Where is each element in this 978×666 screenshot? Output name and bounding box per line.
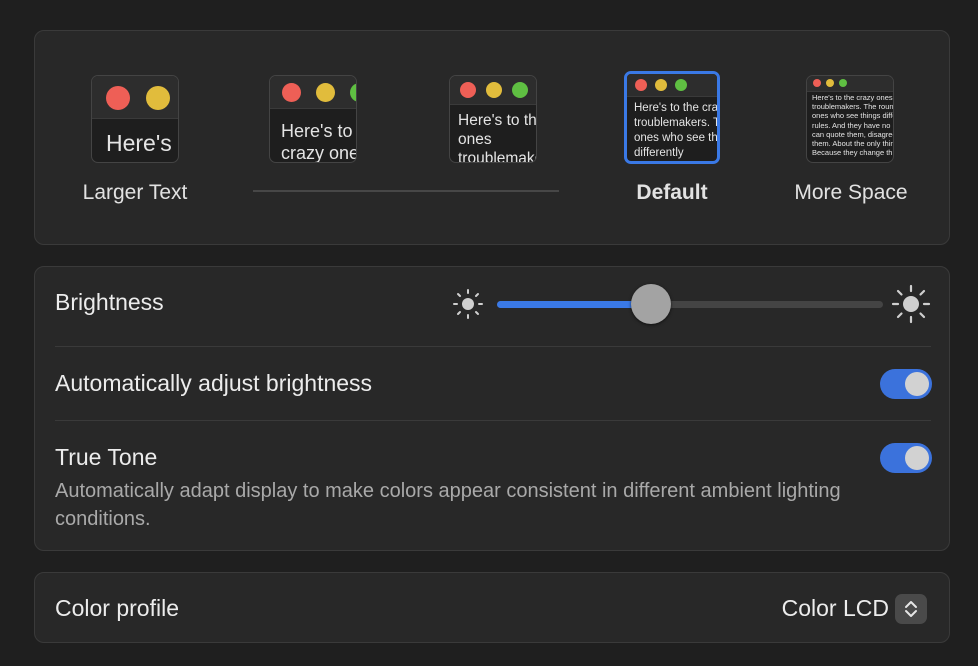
true-tone-label: True Tone (55, 444, 158, 470)
row-separator (55, 420, 931, 421)
auto-brightness-toggle[interactable] (880, 369, 932, 399)
close-dot-icon (460, 82, 476, 98)
brightness-panel: Brightness Automatically adjust brightne… (34, 266, 950, 551)
resolution-panel: Here's Larger Text Here's to the crazy o… (34, 30, 950, 245)
sample-text: Here's to the crazy ones troublemakers. … (458, 112, 537, 163)
resolution-label: Larger Text (82, 181, 188, 204)
sun-large-icon (891, 284, 931, 328)
toggle-knob (905, 446, 929, 470)
resolution-thumbnail: Here's (91, 75, 179, 163)
minimize-dot-icon (826, 79, 834, 87)
close-dot-icon (282, 83, 301, 102)
resolution-label: More Space (794, 181, 908, 204)
resolution-divider (253, 190, 559, 192)
close-dot-icon (635, 79, 647, 91)
minimize-dot-icon (655, 79, 667, 91)
maximize-dot-icon (675, 79, 687, 91)
resolution-option-3[interactable]: Here's to the crazy ones troublemakers. … (405, 31, 585, 231)
row-separator (55, 346, 931, 347)
resolution-label: Default (636, 181, 708, 204)
brightness-label: Brightness (55, 289, 164, 315)
resolution-option-more-space[interactable]: Here's to the crazy ones. The misfits. t… (761, 31, 941, 231)
minimize-dot-icon (486, 82, 502, 98)
resolution-thumbnail: Here's to the crazy ones troublemakers o… (269, 75, 357, 163)
resolution-option-2[interactable]: Here's to the crazy ones troublemakers o… (225, 31, 405, 231)
toggle-knob (905, 372, 929, 396)
true-tone-description: Automatically adapt display to make colo… (55, 480, 841, 530)
true-tone-toggle[interactable] (880, 443, 932, 473)
brightness-slider-fill (497, 301, 652, 308)
sample-text: Here's to the crazy ones troublemakers o… (281, 121, 356, 163)
sun-small-icon (451, 287, 485, 325)
sample-text: Here's to the crazy ones. The misfits. t… (812, 93, 894, 158)
sample-text: Here's (106, 130, 172, 156)
minimize-dot-icon (316, 83, 335, 102)
brightness-slider[interactable] (497, 284, 883, 324)
close-dot-icon (813, 79, 821, 87)
sample-text: Here's to the crazy ones troublemakers. … (634, 102, 720, 159)
resolution-thumbnail-selected: Here's to the crazy ones troublemakers. … (624, 71, 720, 164)
resolution-thumbnail: Here's to the crazy ones. The misfits. t… (806, 75, 894, 163)
maximize-dot-icon (512, 82, 528, 98)
color-profile-popup-button[interactable] (895, 594, 927, 624)
resolution-option-default[interactable]: Here's to the crazy ones troublemakers. … (582, 31, 762, 231)
close-dot-icon (106, 86, 130, 110)
maximize-dot-icon (839, 79, 847, 87)
color-profile-value[interactable]: Color LCD (782, 595, 889, 622)
resolution-thumbnail: Here's to the crazy ones troublemakers. … (449, 75, 537, 163)
resolution-option-larger-text[interactable]: Here's Larger Text (45, 31, 225, 231)
brightness-slider-knob[interactable] (631, 284, 672, 324)
auto-brightness-label: Automatically adjust brightness (55, 370, 373, 396)
color-profile-panel: Color profile Color LCD (34, 572, 950, 643)
minimize-dot-icon (146, 86, 170, 110)
color-profile-label: Color profile (55, 595, 179, 621)
